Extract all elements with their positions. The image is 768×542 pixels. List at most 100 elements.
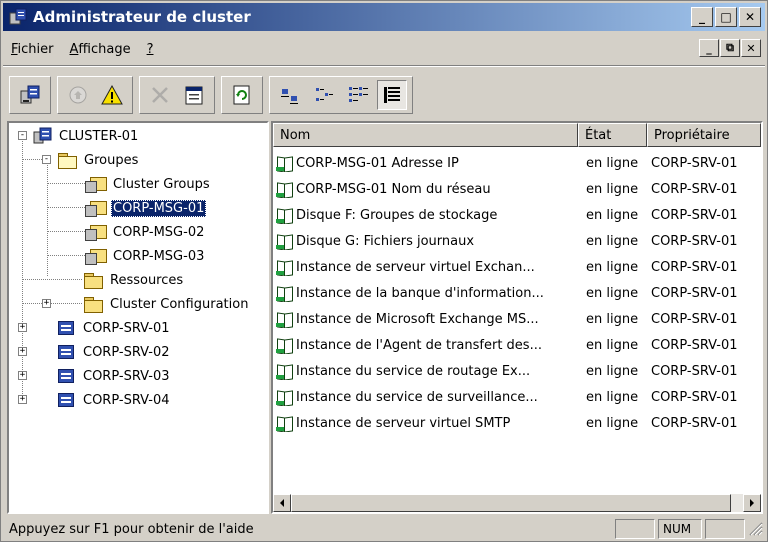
resource-name: Disque G: Fichiers journaux — [296, 233, 475, 249]
open-connection-button[interactable] — [15, 80, 45, 110]
toolbar-group-edit — [139, 76, 215, 114]
tree-node-cluster-01[interactable]: - CLUSTER-01 — [9, 125, 140, 147]
tree-connector — [47, 255, 87, 256]
expand-toggle[interactable]: + — [18, 395, 27, 404]
tree-connector — [47, 163, 48, 276]
small-icons-view-button[interactable] — [309, 80, 339, 110]
delete-button[interactable] — [145, 80, 175, 110]
collapse-toggle[interactable]: - — [18, 131, 27, 140]
group-icon — [85, 224, 107, 241]
scroll-left-button[interactable] — [273, 494, 291, 512]
group-icon — [85, 248, 107, 265]
list-row[interactable]: Instance de l'Agent de transfert des... … — [273, 332, 759, 358]
bring-online-button[interactable] — [63, 80, 93, 110]
list-row[interactable]: Instance de Microsoft Exchange MS... en … — [273, 306, 759, 332]
collapse-toggle[interactable]: - — [42, 155, 51, 164]
list-row[interactable]: Instance de la banque d'information... e… — [273, 280, 759, 306]
list-row[interactable]: Instance de serveur virtuel SMTP en lign… — [273, 410, 759, 436]
resource-name: Instance de la banque d'information... — [296, 285, 544, 301]
details-view-button[interactable] — [377, 80, 407, 110]
maximize-button[interactable]: □ — [715, 7, 737, 27]
properties-button[interactable] — [179, 80, 209, 110]
tree-node-cluster-configuration[interactable]: + Cluster Configuration — [9, 293, 250, 315]
resource-owner: CORP-SRV-01 — [651, 415, 738, 431]
resource-name: Instance de serveur virtuel Exchan... — [296, 259, 535, 275]
expand-toggle[interactable]: + — [18, 323, 27, 332]
resource-state: en ligne — [586, 233, 639, 249]
menu-affichage[interactable]: Affichage — [62, 42, 139, 57]
title-bar[interactable]: Administrateur de cluster _ □ ✕ — [3, 3, 765, 31]
list-row[interactable]: CORP-MSG-01 Nom du réseau en ligne CORP-… — [273, 176, 759, 202]
scroll-right-button[interactable] — [743, 494, 761, 512]
tree-node-ressources[interactable]: Ressources — [9, 269, 185, 291]
resize-grip-icon[interactable] — [747, 520, 765, 538]
tree-node-cluster-groups[interactable]: Cluster Groups — [85, 173, 212, 195]
group-icon — [85, 200, 107, 217]
toolbar-group-state — [57, 76, 133, 114]
large-icons-view-button[interactable] — [275, 80, 305, 110]
list-view-button[interactable] — [343, 80, 373, 110]
resource-state: en ligne — [586, 337, 639, 353]
column-header-proprietaire[interactable]: Propriétaire — [647, 123, 761, 147]
tree-node-corp-srv-03[interactable]: + CORP-SRV-03 — [9, 365, 172, 387]
tree-node-corp-msg-02[interactable]: CORP-MSG-02 — [85, 221, 206, 243]
tree-node-label: Ressources — [110, 272, 184, 288]
tree-node-corp-srv-01[interactable]: + CORP-SRV-01 — [9, 317, 172, 339]
resource-list-pane[interactable]: Nom État Propriétaire CORP-MSG-01 Adress… — [271, 121, 763, 514]
list-row[interactable]: Instance du service de routage Ex... en … — [273, 358, 759, 384]
resource-icon — [276, 181, 294, 198]
horizontal-scrollbar[interactable] — [273, 494, 761, 512]
resource-name: CORP-MSG-01 Nom du réseau — [296, 181, 491, 197]
child-close-button[interactable]: ✕ — [741, 39, 761, 57]
cluster-app-icon — [9, 8, 27, 26]
resource-icon — [276, 363, 294, 380]
tree-node-label: CORP-MSG-01 — [111, 199, 207, 217]
resource-owner: CORP-SRV-01 — [651, 259, 738, 275]
resource-icon — [276, 311, 294, 328]
list-row[interactable]: Disque F: Groupes de stockage en ligne C… — [273, 202, 759, 228]
resource-state: en ligne — [586, 181, 639, 197]
num-lock-indicator: NUM — [663, 522, 692, 536]
expand-toggle[interactable]: + — [42, 299, 51, 308]
tree-node-label: CORP-MSG-03 — [113, 248, 205, 264]
close-icon: ✕ — [746, 41, 756, 55]
list-row[interactable]: CORP-MSG-01 Adresse IP en ligne CORP-SRV… — [273, 150, 759, 176]
tree-node-corp-srv-04[interactable]: + CORP-SRV-04 — [9, 389, 172, 411]
take-offline-button[interactable] — [97, 80, 127, 110]
tree-node-label: CORP-MSG-02 — [113, 224, 205, 240]
tree-node-label: Groupes — [84, 152, 139, 168]
resource-state: en ligne — [586, 285, 639, 301]
resource-state: en ligne — [586, 311, 639, 327]
toolbar-group-refresh — [221, 76, 263, 114]
tree-pane[interactable]: - CLUSTER-01 - Groupes Cluster Groups CO… — [7, 121, 269, 514]
child-minimize-button[interactable]: _ — [699, 39, 719, 57]
cluster-admin-window: Administrateur de cluster _ □ ✕ Fichier … — [0, 0, 768, 542]
expand-toggle[interactable]: + — [18, 371, 27, 380]
details-view-icon — [384, 87, 400, 103]
scroll-thumb[interactable] — [291, 494, 731, 512]
close-button[interactable]: ✕ — [739, 7, 761, 27]
tree-node-corp-msg-03[interactable]: CORP-MSG-03 — [85, 245, 206, 267]
list-row[interactable]: Instance de serveur virtuel Exchan... en… — [273, 254, 759, 280]
tree-node-corp-msg-01[interactable]: CORP-MSG-01 — [85, 197, 207, 219]
tree-node-corp-srv-02[interactable]: + CORP-SRV-02 — [9, 341, 172, 363]
menu-help[interactable]: ? — [139, 42, 162, 57]
list-row[interactable]: Disque G: Fichiers journaux en ligne COR… — [273, 228, 759, 254]
resource-state: en ligne — [586, 155, 639, 171]
resource-owner: CORP-SRV-01 — [651, 363, 738, 379]
refresh-button[interactable] — [227, 80, 257, 110]
arrow-left-icon — [280, 499, 284, 507]
column-header-nom[interactable]: Nom — [273, 123, 578, 147]
resource-owner: CORP-SRV-01 — [651, 155, 738, 171]
column-header-etat[interactable]: État — [578, 123, 647, 147]
child-restore-button[interactable]: ⧉ — [720, 39, 740, 57]
list-row[interactable]: Instance du service de surveillance... e… — [273, 384, 759, 410]
tree-node-label: CORP-SRV-01 — [83, 320, 170, 336]
resource-icon — [276, 337, 294, 354]
tree-node-label: CORP-SRV-03 — [83, 368, 170, 384]
expand-toggle[interactable]: + — [18, 347, 27, 356]
menu-fichier[interactable]: Fichier — [3, 42, 62, 57]
minimize-button[interactable]: _ — [691, 7, 713, 27]
close-icon: ✕ — [744, 10, 756, 24]
tree-node-groupes[interactable]: - Groupes — [9, 149, 140, 171]
